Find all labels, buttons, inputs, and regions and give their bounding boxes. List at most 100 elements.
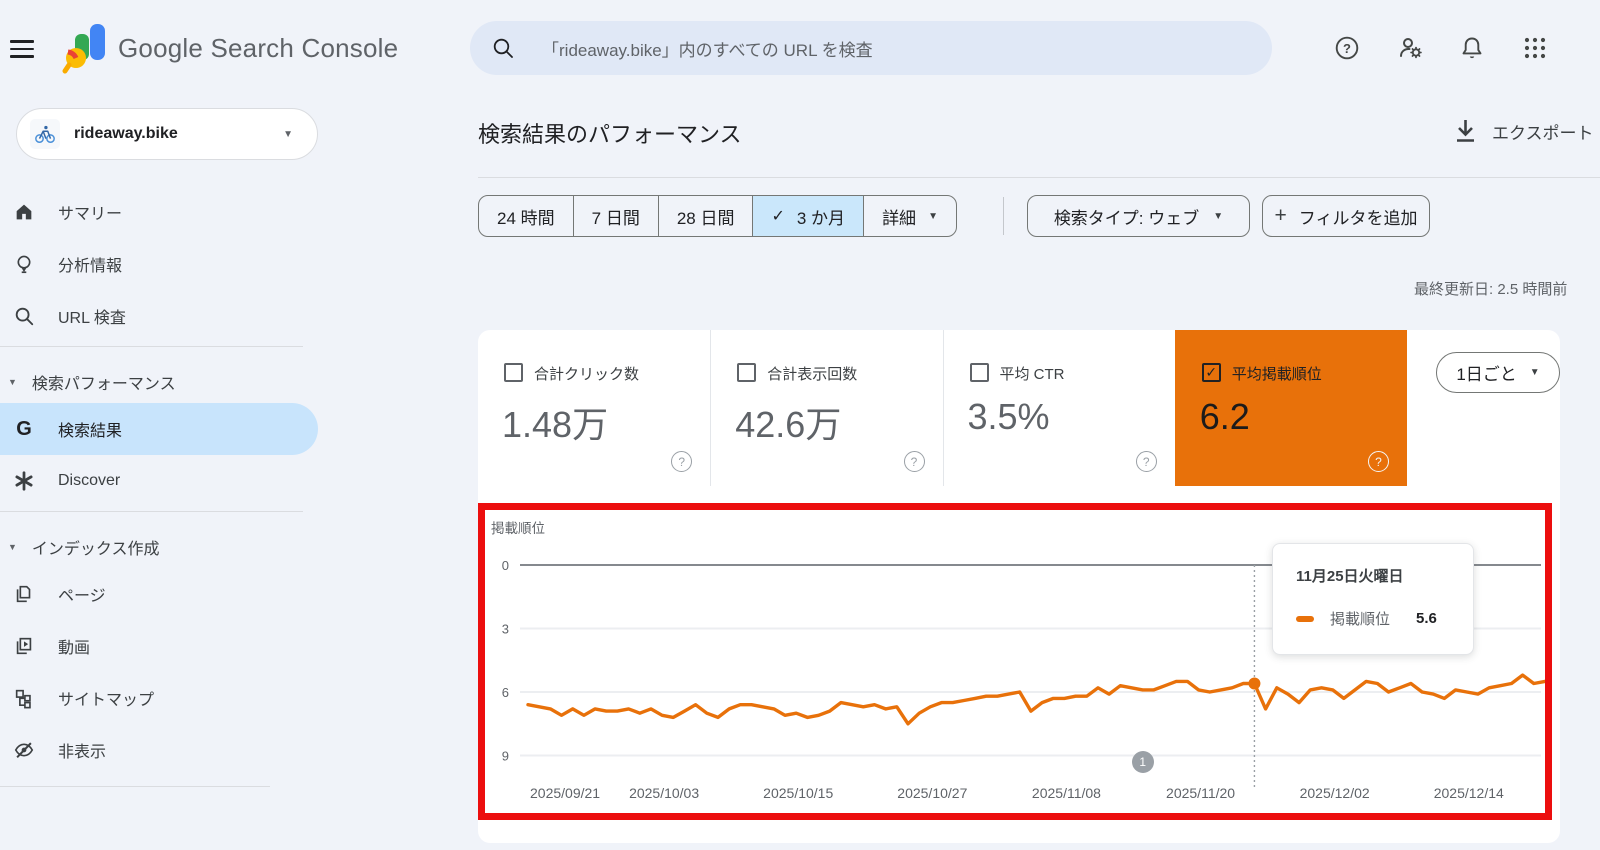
- checkbox-unchecked-icon[interactable]: [504, 363, 523, 382]
- export-button[interactable]: エクスポート: [1453, 118, 1594, 144]
- sidebar-section-header[interactable]: ▼ 検索パフォーマンス: [0, 362, 318, 402]
- range-segment-label: 7 日間: [591, 208, 640, 228]
- add-filter-button[interactable]: + フィルタを追加: [1262, 195, 1430, 237]
- metric-card-平均 CTR[interactable]: 平均 CTR 3.5%?: [942, 330, 1175, 486]
- sidebar-item-label: 検索結果: [58, 423, 123, 440]
- tooltip-date: 11月25日火曜日: [1296, 568, 1404, 585]
- chevron-down-icon: ▼: [928, 210, 938, 222]
- sidebar-item-label: サイトマップ: [58, 692, 155, 709]
- search-type-label: 検索タイプ: ウェブ: [1053, 208, 1200, 228]
- checkbox-checked-icon[interactable]: ✓: [1201, 363, 1221, 382]
- divider: [0, 511, 303, 512]
- sidebar-item-検索結果[interactable]: G 検索結果: [0, 403, 318, 455]
- range-segment-label: 3 か月: [796, 208, 846, 228]
- eye-off-icon: [12, 738, 36, 762]
- sidebar-section-header[interactable]: ▼ インデックス作成: [0, 527, 318, 567]
- range-segment-詳細[interactable]: 詳細 ▼: [863, 196, 956, 236]
- help-icon[interactable]: ?: [903, 451, 925, 472]
- range-segment-3 か月[interactable]: ✓ 3 か月: [752, 196, 864, 236]
- property-name: rideaway.bike: [74, 125, 178, 142]
- hamburger-menu-icon[interactable]: [10, 35, 36, 61]
- video-icon: [12, 634, 36, 658]
- top-app-bar: Google Search Console 「rideaway.bike」内のす…: [0, 0, 1600, 96]
- checkbox-unchecked-icon[interactable]: [969, 363, 989, 382]
- sidebar-item-非表示[interactable]: 非表示: [0, 724, 318, 776]
- svg-text:?: ?: [1343, 41, 1351, 56]
- x-tick-label: 2025/10/03: [629, 785, 699, 801]
- sidebar-item-分析情報[interactable]: 分析情報: [0, 238, 318, 290]
- x-tick-label: 2025/10/15: [763, 785, 833, 801]
- sidebar-item-label: ページ: [58, 588, 106, 605]
- hover-data-point[interactable]: [1248, 677, 1261, 690]
- y-tick-label: 3: [502, 622, 509, 637]
- pages-icon: [12, 582, 36, 606]
- granularity-dropdown[interactable]: 1日ごと ▼: [1436, 352, 1560, 393]
- series-legend-dash-icon: [1296, 615, 1314, 622]
- property-selector[interactable]: rideaway.bike ▼: [16, 108, 318, 160]
- metric-card-value: 3.5%: [967, 396, 1050, 437]
- tooltip-metric-label: 掲載順位: [1330, 611, 1391, 628]
- help-icon[interactable]: ?: [1332, 33, 1362, 63]
- chevron-down-icon: ▼: [8, 377, 17, 387]
- add-filter-label: フィルタを追加: [1298, 208, 1418, 228]
- chevron-down-icon: ▼: [1529, 367, 1540, 378]
- checkbox-unchecked-icon[interactable]: [737, 363, 757, 382]
- search-icon: [12, 304, 36, 328]
- x-tick-label: 2025/12/02: [1300, 785, 1370, 801]
- y-tick-label: 6: [502, 685, 509, 700]
- lightbulb-icon: [12, 252, 36, 276]
- range-segment-28 日間[interactable]: 28 日間: [657, 196, 753, 236]
- annotation-badge[interactable]: 1: [1131, 751, 1154, 773]
- metric-card-label: 平均掲載順位: [1231, 366, 1322, 383]
- help-icon[interactable]: ?: [1368, 451, 1389, 472]
- last-updated-text: 最終更新日: 2.5 時間前: [1414, 281, 1568, 298]
- metric-card-合計クリック数[interactable]: 合計クリック数 1.48万?: [478, 330, 710, 486]
- metric-card-label: 合計表示回数: [767, 366, 858, 383]
- help-icon[interactable]: ?: [671, 451, 693, 472]
- sitemap-icon: [12, 686, 36, 710]
- range-segment-label: 詳細: [882, 208, 917, 228]
- sidebar-item-Discover[interactable]: Discover: [0, 455, 318, 507]
- x-tick-label: 2025/10/27: [897, 785, 967, 801]
- notifications-bell-icon[interactable]: [1457, 33, 1487, 63]
- x-tick-label: 2025/09/21: [530, 785, 600, 801]
- sidebar-item-サイトマップ[interactable]: サイトマップ: [0, 672, 318, 724]
- sidebar-item-サマリー[interactable]: サマリー: [0, 186, 318, 238]
- x-tick-label: 2025/11/08: [1032, 785, 1101, 801]
- section-header-label: 検索パフォーマンス: [31, 376, 176, 393]
- sidebar-item-label: 分析情報: [58, 258, 123, 275]
- granularity-label: 1日ごと: [1456, 365, 1517, 384]
- metric-cards-row: 合計クリック数 1.48万? 合計表示回数 42.6万? 平均 CTR 3.5%? ✓ 平均掲…: [478, 330, 1407, 486]
- y-tick-label: 9: [502, 749, 509, 764]
- export-label: エクスポート: [1492, 123, 1594, 143]
- help-icon[interactable]: ?: [1135, 451, 1157, 472]
- metric-card-label: 平均 CTR: [999, 366, 1065, 383]
- section-header-label: インデックス作成: [31, 541, 160, 558]
- search-type-filter-button[interactable]: 検索タイプ: ウェブ ▼: [1027, 195, 1250, 237]
- user-settings-icon[interactable]: [1395, 33, 1425, 63]
- apps-grid-icon[interactable]: [1520, 33, 1550, 63]
- range-segment-label: 28 日間: [676, 208, 735, 228]
- range-segment-label: 24 時間: [497, 208, 555, 228]
- metric-card-平均掲載順位[interactable]: ✓ 平均掲載順位 6.2?: [1174, 330, 1407, 486]
- position-line-series[interactable]: [526, 673, 1547, 726]
- search-placeholder: 「rideaway.bike」内のすべての URL を検査: [542, 40, 873, 60]
- sidebar-item-label: サマリー: [58, 206, 123, 223]
- range-segment-24 時間[interactable]: 24 時間: [479, 196, 573, 236]
- metric-card-合計表示回数[interactable]: 合計表示回数 42.6万?: [710, 330, 942, 486]
- sidebar-item-URL 検査[interactable]: URL 検査: [0, 290, 318, 342]
- x-tick-label: 2025/12/14: [1434, 785, 1504, 801]
- url-inspect-search-bar[interactable]: 「rideaway.bike」内のすべての URL を検査: [470, 21, 1272, 75]
- sidebar-item-label: URL 検査: [58, 310, 126, 327]
- metric-card-label: 合計クリック数: [534, 366, 640, 383]
- divider: [0, 786, 270, 787]
- page-title: 検索結果のパフォーマンス: [478, 122, 742, 147]
- chevron-down-icon: ▼: [8, 542, 17, 552]
- range-segment-7 日間[interactable]: 7 日間: [572, 196, 658, 236]
- google-g-icon: G: [16, 417, 32, 440]
- tooltip-metric-value: 5.6: [1416, 610, 1437, 627]
- sidebar-item-動画[interactable]: 動画: [0, 620, 318, 672]
- position-chart-area[interactable]: 掲載順位 0 3 6 9 2025/09/21 2025/10/03 2025/10/15 2…: [478, 503, 1552, 820]
- divider: [478, 177, 1600, 178]
- sidebar-item-ページ[interactable]: ページ: [0, 568, 318, 620]
